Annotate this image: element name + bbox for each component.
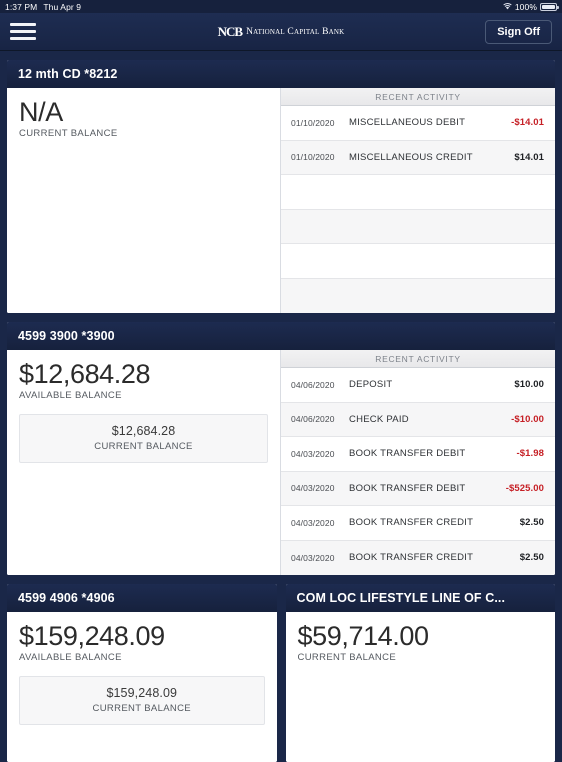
account-card-title: COM LOC LIFESTYLE LINE OF C...	[285, 584, 555, 612]
current-balance-amount: $12,684.28	[111, 424, 176, 439]
transaction-amount: $2.50	[519, 552, 544, 564]
brand-monogram-icon: NCB	[217, 24, 243, 39]
primary-balance-amount: $159,248.09	[19, 621, 165, 651]
transaction-row[interactable]: 04/06/2020 CHECK PAID -$10.00	[281, 402, 555, 437]
accounts-list: 12 mth CD *8212 N/A CURRENT BALANCE RECE…	[0, 51, 562, 762]
recent-activity-pane: RECENT ACTIVITY 04/06/2020 DEPOSIT $10.0…	[281, 350, 555, 575]
transaction-amount: -$525.00	[505, 482, 544, 494]
transaction-amount: $14.01	[514, 151, 544, 163]
transaction-row[interactable]: 01/10/2020 MISCELLANEOUS CREDIT $14.01	[281, 140, 555, 175]
account-card[interactable]: 12 mth CD *8212 N/A CURRENT BALANCE RECE…	[7, 60, 555, 313]
balance-pane: $59,714.00 CURRENT BALANCE	[285, 612, 555, 762]
primary-balance-label: CURRENT BALANCE	[297, 652, 397, 664]
recent-activity-header: RECENT ACTIVITY	[281, 88, 555, 106]
transaction-amount: -$1.98	[516, 448, 544, 460]
brand-name-label: National Capital Bank	[246, 26, 345, 37]
ios-status-bar: 1:37 PM Thu Apr 9 100%	[0, 0, 562, 13]
balance-pane: $12,684.28 AVAILABLE BALANCE $12,684.28 …	[7, 350, 281, 575]
balance-pane: $159,248.09 AVAILABLE BALANCE $159,248.0…	[7, 612, 277, 762]
transaction-description: MISCELLANEOUS DEBIT	[349, 117, 466, 129]
transaction-date: 04/03/2020	[291, 448, 335, 459]
status-bar-right: 100%	[503, 1, 559, 12]
status-bar-date: Thu Apr 9	[43, 1, 82, 12]
app-navbar: NCB National Capital Bank Sign Off	[0, 13, 562, 51]
transaction-amount: -$10.00	[511, 413, 544, 425]
transaction-description: CHECK PAID	[349, 413, 409, 425]
transaction-date: 01/10/2020	[291, 117, 335, 128]
bank-logo: NCB National Capital Bank	[218, 25, 345, 38]
transaction-amount: -$14.01	[511, 117, 544, 129]
transaction-amount: $2.50	[519, 517, 544, 529]
transaction-date: 04/06/2020	[291, 379, 335, 390]
hamburger-menu-icon[interactable]	[10, 20, 36, 43]
transaction-description: MISCELLANEOUS CREDIT	[349, 151, 473, 163]
account-card-body: $12,684.28 AVAILABLE BALANCE $12,684.28 …	[7, 350, 555, 575]
battery-icon	[540, 2, 559, 11]
account-card-body: N/A CURRENT BALANCE RECENT ACTIVITY 01/1…	[7, 88, 555, 313]
recent-activity-header: RECENT ACTIVITY	[281, 350, 555, 368]
transaction-description: DEPOSIT	[349, 379, 393, 391]
transaction-row[interactable]: 01/10/2020 MISCELLANEOUS DEBIT -$14.01	[281, 106, 555, 141]
account-card-body: $159,248.09 AVAILABLE BALANCE $159,248.0…	[7, 612, 277, 762]
transaction-date: 04/03/2020	[291, 517, 335, 528]
primary-balance-label: CURRENT BALANCE	[19, 128, 118, 140]
transaction-date: 04/03/2020	[291, 552, 335, 563]
account-card-title: 4599 3900 *3900	[7, 322, 555, 350]
transaction-row[interactable]	[281, 209, 555, 244]
status-bar-left: 1:37 PM Thu Apr 9	[5, 2, 81, 12]
transaction-date: 04/06/2020	[291, 414, 335, 425]
account-card[interactable]: 4599 3900 *3900 $12,684.28 AVAILABLE BAL…	[7, 322, 555, 575]
transaction-description: BOOK TRANSFER DEBIT	[349, 482, 466, 494]
transaction-row[interactable]	[281, 244, 555, 279]
transaction-row[interactable]: 04/03/2020 BOOK TRANSFER CREDIT $2.50	[281, 506, 555, 541]
transaction-description: BOOK TRANSFER DEBIT	[349, 448, 466, 460]
current-balance-box: $12,684.28 CURRENT BALANCE	[19, 414, 268, 464]
primary-balance-amount: $12,684.28	[19, 359, 151, 389]
primary-balance-label: AVAILABLE BALANCE	[19, 390, 122, 402]
transaction-amount: $10.00	[514, 379, 544, 391]
account-card[interactable]: 4599 4906 *4906 $159,248.09 AVAILABLE BA…	[7, 584, 277, 762]
primary-balance-amount: $59,714.00	[297, 621, 430, 651]
transaction-date: 04/03/2020	[291, 483, 335, 494]
current-balance-label: CURRENT BALANCE	[92, 703, 191, 715]
account-card[interactable]: COM LOC LIFESTYLE LINE OF C... $59,714.0…	[285, 584, 555, 762]
transaction-row[interactable]	[281, 175, 555, 210]
battery-percent-label: 100%	[514, 1, 537, 12]
status-bar-time: 1:37 PM	[5, 1, 38, 12]
transaction-description: BOOK TRANSFER CREDIT	[349, 517, 474, 529]
primary-balance-label: AVAILABLE BALANCE	[19, 652, 122, 664]
transaction-row[interactable]: 04/03/2020 BOOK TRANSFER CREDIT $2.50	[281, 540, 555, 575]
transaction-description: BOOK TRANSFER CREDIT	[349, 552, 474, 564]
account-card-body: $59,714.00 CURRENT BALANCE	[285, 612, 555, 762]
recent-activity-pane: RECENT ACTIVITY 01/10/2020 MISCELLANEOUS…	[281, 88, 555, 313]
transaction-row[interactable]: 04/06/2020 DEPOSIT $10.00	[281, 368, 555, 403]
transaction-row[interactable]: 04/03/2020 BOOK TRANSFER DEBIT -$525.00	[281, 471, 555, 506]
account-card-title: 12 mth CD *8212	[7, 60, 555, 88]
current-balance-label: CURRENT BALANCE	[94, 441, 193, 453]
sign-off-button[interactable]: Sign Off	[485, 19, 552, 44]
current-balance-amount: $159,248.09	[106, 686, 178, 701]
account-card-title: 4599 4906 *4906	[7, 584, 277, 612]
current-balance-box: $159,248.09 CURRENT BALANCE	[19, 676, 265, 726]
transaction-row[interactable]: 04/03/2020 BOOK TRANSFER DEBIT -$1.98	[281, 437, 555, 472]
transaction-row[interactable]	[281, 278, 555, 313]
wifi-icon	[503, 3, 512, 10]
account-card-row: 4599 4906 *4906 $159,248.09 AVAILABLE BA…	[7, 584, 555, 762]
transaction-date: 01/10/2020	[291, 152, 335, 163]
primary-balance-amount: N/A	[19, 97, 63, 127]
balance-pane: N/A CURRENT BALANCE	[7, 88, 281, 313]
